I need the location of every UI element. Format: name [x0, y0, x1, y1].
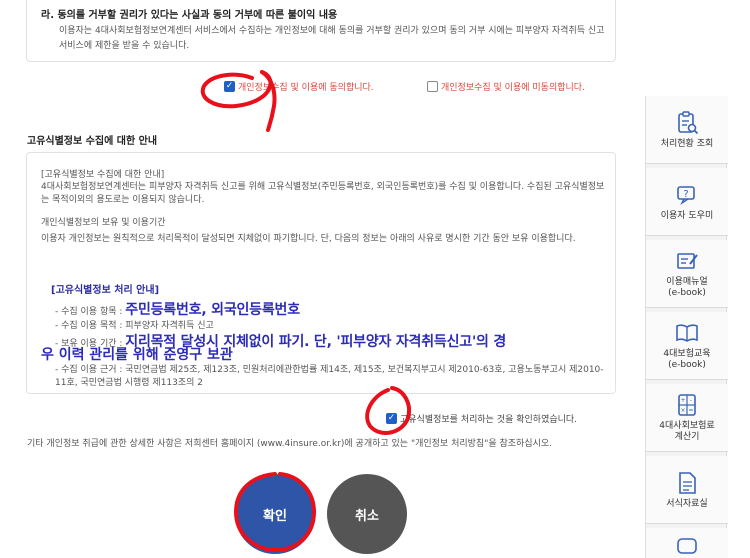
open-book-icon	[676, 324, 698, 342]
refusal-right-box: 라. 동의를 거부할 권리가 있다는 사실과 동의 거부에 따른 불이익 내용 …	[26, 0, 616, 62]
sidebar-item-education[interactable]: 4대보험교육 (e-book)	[646, 312, 728, 380]
disagree-checkbox[interactable]	[427, 81, 438, 92]
svg-text:×: ×	[680, 407, 685, 414]
retention-heading: 개인식별정보의 보유 및 이용기간	[41, 218, 166, 228]
unique-info-box: [고유식별정보 수집에 대한 안내] 4대사회보험정보연계센터는 피부양자 자격…	[26, 152, 616, 394]
confirm-checkbox[interactable]: ✓	[386, 413, 397, 424]
retention-text: 이용자 개인정보는 원칙적으로 처리목적이 달성되면 지체없이 파기합니다. 단…	[41, 234, 576, 244]
svg-text:-: -	[690, 397, 692, 404]
refusal-right-title: 라. 동의를 거부할 권리가 있다는 사실과 동의 거부에 따른 불이익 내용	[41, 10, 338, 21]
unique-info-section-title: 고유식별정보 수집에 대한 안내	[27, 136, 158, 147]
cancel-button[interactable]: 취소	[327, 474, 407, 554]
sidebar-item-label: 처리현황 조회	[660, 138, 714, 149]
collect-purpose-row: - 수집 이용 목적 : 피부양자 자격취득 신고	[55, 321, 214, 331]
retention-period-value-b: 우 이력 관리를 위해 준영구 보관	[41, 347, 233, 363]
disagree-label[interactable]: 개인정보수집 및 이용에 미동의합니다.	[441, 80, 585, 93]
sidebar-item-help[interactable]: ? 이용자 도우미	[646, 168, 728, 236]
agree-checkbox[interactable]: ✓	[224, 81, 235, 92]
sidebar-item-label: 4대사회보험료 계산기	[659, 421, 715, 442]
sidebar-item-label: 이용매뉴얼 (e-book)	[666, 277, 708, 298]
calculator-icon: + - × =	[678, 394, 696, 416]
collect-items-label: - 수집 이용 항목 :	[55, 307, 126, 317]
processing-guide-title: [고유식별정보 처리 안내]	[51, 285, 160, 296]
sidebar-item-status[interactable]: 처리현황 조회	[646, 96, 728, 164]
sidebar-item-forms[interactable]: 서식자료실	[646, 456, 728, 524]
svg-text:?: ?	[683, 189, 688, 200]
refusal-right-text: 이용자는 4대사회보험정보연계센터 서비스에서 수집하는 개인정보에 대해 동의…	[59, 26, 605, 51]
legal-basis-row: - 수집 이용 근거 : 국민연금법 제25조, 제123조, 민원처리에관한법…	[55, 365, 604, 388]
agree-option[interactable]: ✓ 개인정보수집 및 이용에 동의합니다.	[224, 80, 374, 93]
sidebar-item-label: 이용자 도우미	[660, 210, 714, 221]
agree-label[interactable]: 개인정보수집 및 이용에 동의합니다.	[238, 80, 374, 93]
confirm-button[interactable]: 확인	[235, 474, 315, 554]
sidebar-item-calculator[interactable]: + - × = 4대사회보험료 계산기	[646, 384, 728, 452]
clipboard-search-icon	[678, 110, 699, 134]
confirm-circle-mark	[365, 386, 411, 435]
sidebar-item-label: 4대보험교육 (e-book)	[663, 349, 711, 370]
confirm-option[interactable]: ✓ 고유식별정보를 처리하는 것을 확인하였습니다.	[386, 412, 577, 425]
svg-text:=: =	[688, 407, 693, 414]
sidebar-item-label: 서식자료실	[666, 498, 708, 509]
sidebar-item-more[interactable]	[646, 528, 728, 558]
collect-items-row: - 수집 이용 항목 : 주민등록번호, 외국인등록번호	[55, 299, 605, 319]
document-icon	[679, 471, 696, 494]
quick-menu-sidebar: 처리현황 조회 ? 이용자 도우미 이용매뉴얼 (e-book) 4대보험교육 …	[645, 96, 728, 558]
chat-icon	[677, 538, 697, 554]
unique-info-purpose: 4대사회보험정보연계센터는 피부양자 자격취득 신고를 위해 고유식별정보(주민…	[41, 182, 605, 205]
manual-pencil-icon	[677, 253, 698, 269]
privacy-policy-note: 기타 개인정보 취급에 관한 상세한 사항은 저희센터 홈페이지 (www.4i…	[27, 439, 553, 449]
collect-items-value: 주민등록번호, 외국인등록번호	[125, 302, 300, 318]
sidebar-item-manual[interactable]: 이용매뉴얼 (e-book)	[646, 240, 728, 308]
disagree-option[interactable]: 개인정보수집 및 이용에 미동의합니다.	[427, 80, 585, 93]
confirm-label[interactable]: 고유식별정보를 처리하는 것을 확인하였습니다.	[400, 412, 577, 425]
svg-text:+: +	[680, 397, 685, 404]
help-question-icon: ?	[677, 185, 695, 205]
